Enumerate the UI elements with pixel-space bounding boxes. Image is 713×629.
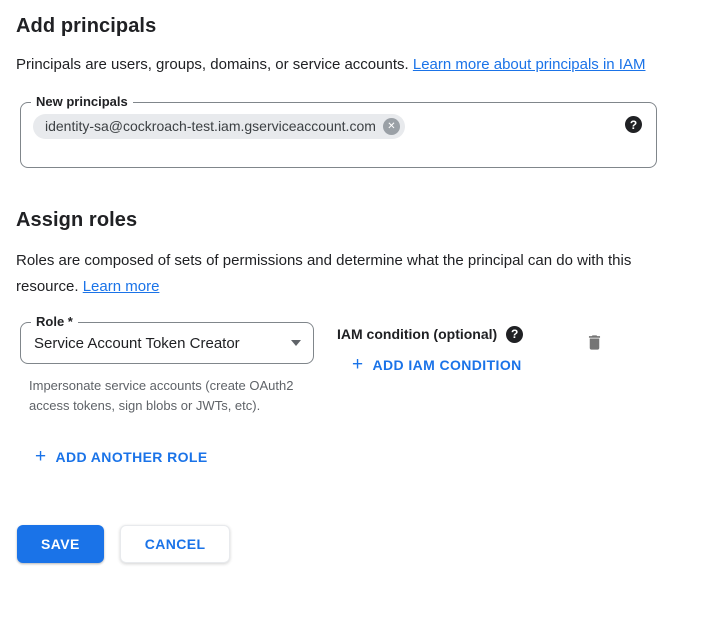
principal-chip: identity-sa@cockroach-test.iam.gservicea… (33, 114, 405, 139)
learn-more-principals-link[interactable]: Learn more about principals in IAM (413, 56, 646, 73)
principal-chip-text: identity-sa@cockroach-test.iam.gservicea… (45, 118, 376, 135)
role-label: Role * (31, 314, 78, 330)
new-principals-help-icon[interactable]: ? (625, 116, 642, 133)
assign-roles-description: Roles are composed of sets of permission… (16, 248, 668, 300)
iam-condition-column: IAM condition (optional) ? + ADD IAM CON… (337, 322, 523, 375)
iam-condition-label: IAM condition (optional) (337, 326, 497, 343)
delete-icon (585, 332, 604, 353)
add-iam-condition-button[interactable]: + ADD IAM CONDITION (352, 356, 522, 374)
page-title: Add principals (16, 14, 697, 38)
action-bar: SAVE CANCEL (17, 525, 697, 563)
principals-description-text: Principals are users, groups, domains, o… (16, 56, 409, 73)
delete-role-button[interactable] (583, 330, 606, 358)
save-button[interactable]: SAVE (17, 525, 104, 563)
add-another-role-label: ADD ANOTHER ROLE (56, 448, 208, 466)
chip-remove-icon[interactable]: ✕ (383, 118, 400, 135)
iam-condition-help-icon[interactable]: ? (506, 326, 523, 343)
cancel-button[interactable]: CANCEL (120, 525, 231, 563)
dropdown-arrow-icon (291, 340, 301, 346)
assign-roles-title: Assign roles (16, 208, 697, 232)
role-selected-value: Service Account Token Creator (34, 335, 283, 352)
role-column: Role * Service Account Token Creator Imp… (16, 322, 317, 416)
plus-icon: + (35, 448, 47, 466)
add-iam-condition-label: ADD IAM CONDITION (373, 356, 522, 374)
plus-icon: + (352, 356, 364, 374)
principals-description: Principals are users, groups, domains, o… (16, 52, 668, 78)
new-principals-field[interactable]: New principals identity-sa@cockroach-tes… (20, 102, 657, 168)
role-select[interactable]: Role * Service Account Token Creator (20, 322, 314, 364)
new-principals-label: New principals (31, 94, 133, 110)
learn-more-roles-link[interactable]: Learn more (83, 278, 160, 295)
role-helper-text: Impersonate service accounts (create OAu… (29, 376, 311, 416)
role-row: Role * Service Account Token Creator Imp… (16, 322, 668, 416)
add-another-role-button[interactable]: + ADD ANOTHER ROLE (35, 448, 208, 466)
iam-condition-label-row: IAM condition (optional) ? (337, 326, 523, 343)
